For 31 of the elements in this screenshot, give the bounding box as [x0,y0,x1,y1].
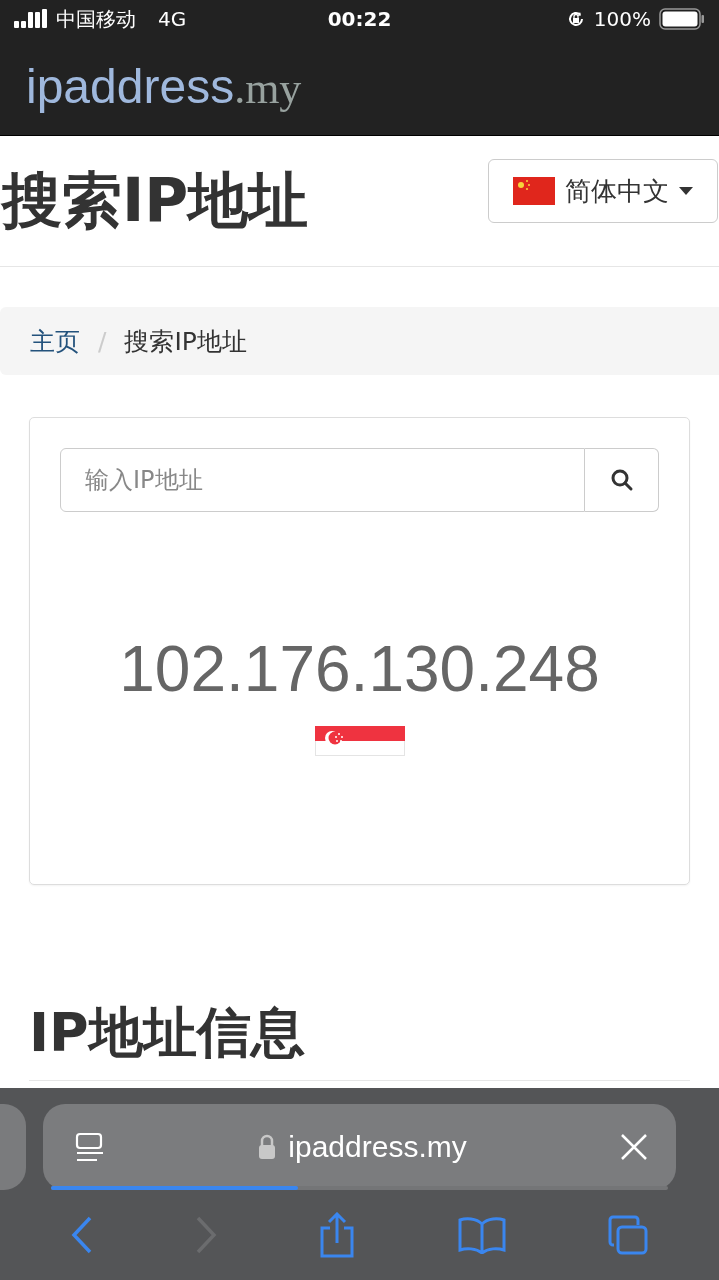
site-logo-name[interactable]: ipaddress [26,59,235,114]
back-icon[interactable] [70,1216,93,1254]
site-logo-domain[interactable]: .my [234,63,302,114]
flag-icon [314,726,405,756]
status-time: 00:22 [327,7,392,31]
caret-icon [679,187,693,195]
breadcrumb-separator: / [98,326,107,356]
reader-icon [75,1132,105,1162]
share-icon[interactable] [318,1212,357,1258]
lock-icon [258,1134,277,1160]
battery-percent: 100% [593,7,651,31]
language-dropdown[interactable]: 简体中文 [488,159,718,223]
previous-tab[interactable] [0,1104,26,1190]
breadcrumb-current: 搜索IP地址 [124,325,247,358]
signal-icon [14,9,48,29]
flag-icon [513,177,555,205]
address-bar[interactable]: ipaddress.my [43,1104,676,1190]
network-type: 4G [158,7,187,31]
search-button[interactable] [585,448,659,512]
close-icon[interactable] [620,1133,648,1161]
tabs-icon[interactable] [608,1215,649,1255]
page-title: 搜索IP地址 [2,163,309,237]
ip-address: 102.176.130.248 [119,632,600,706]
url-text: ipaddress.my [288,1130,467,1164]
book-icon[interactable] [458,1216,507,1254]
search-icon [609,468,634,492]
section-heading: IP地址信息 [29,1003,690,1082]
battery-icon [659,8,705,30]
breadcrumb-link[interactable]: 主页 [30,324,80,358]
carrier-name: 中国移动 [56,5,136,33]
ip-search-field[interactable]: 输入IP地址 [60,448,585,512]
